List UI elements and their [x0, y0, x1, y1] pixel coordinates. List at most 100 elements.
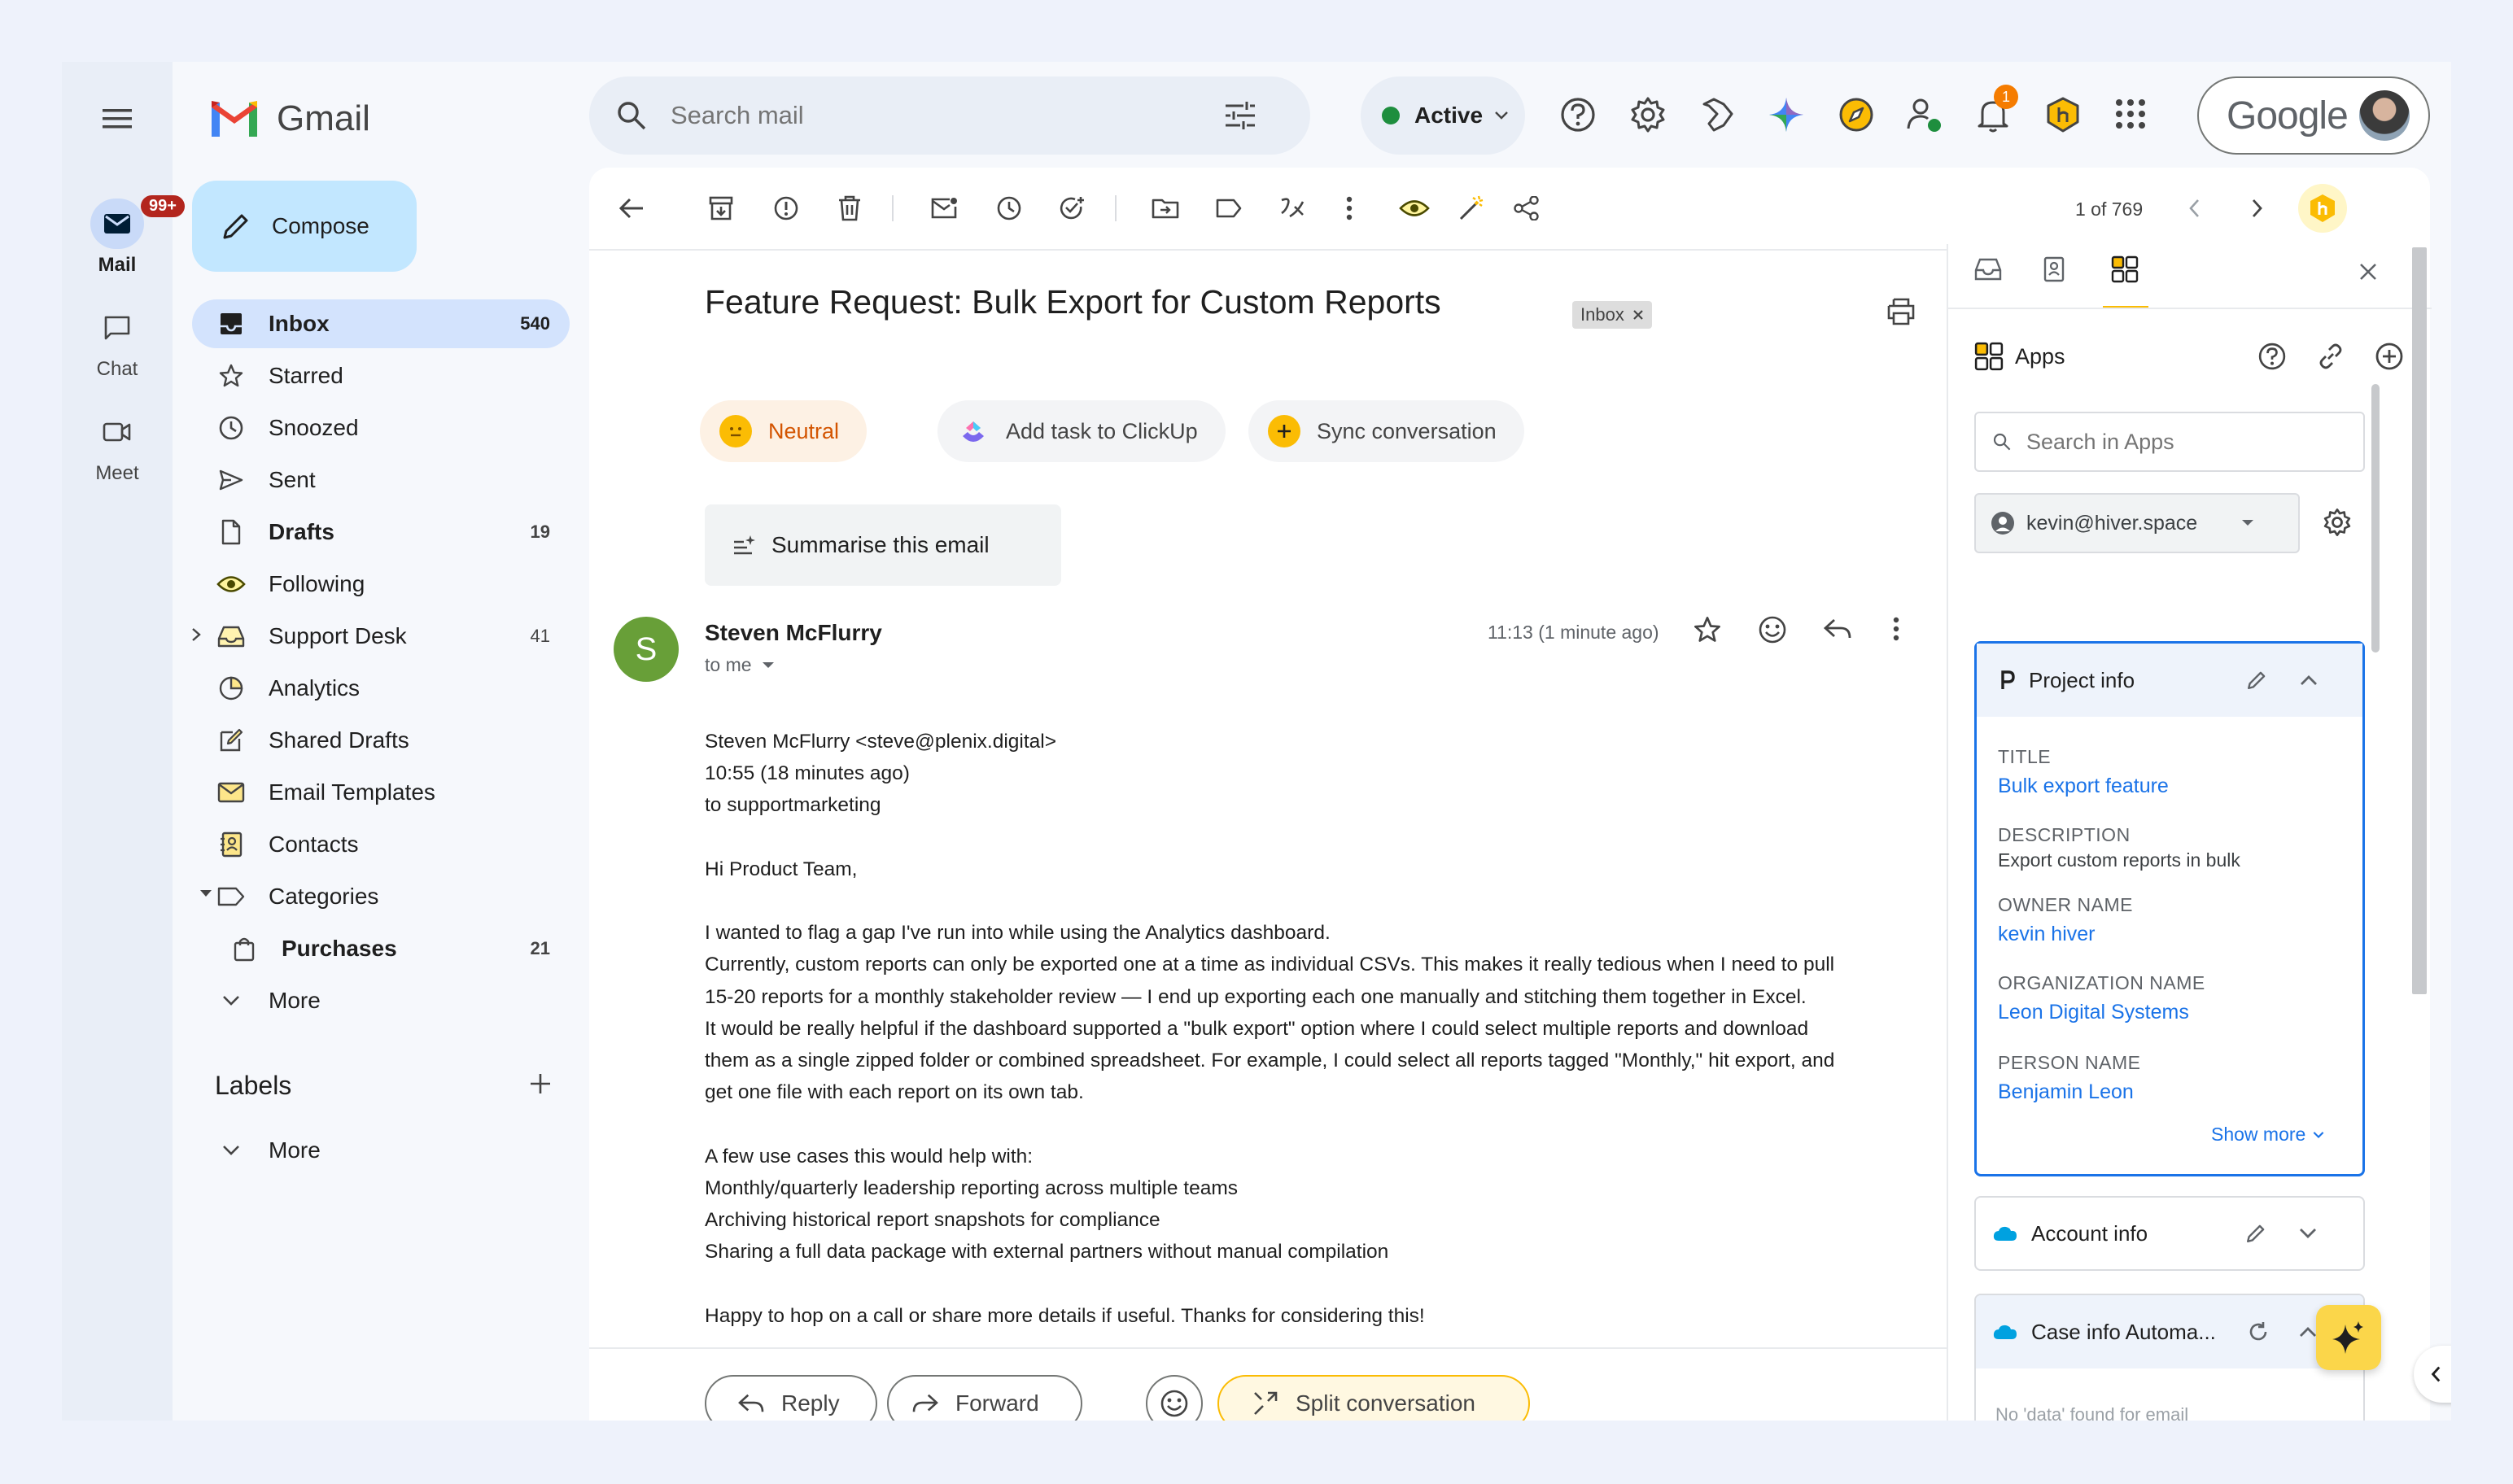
page-scrollbar[interactable]: [2412, 247, 2427, 994]
field-value-link[interactable]: Leon Digital Systems: [1998, 1001, 2348, 1024]
support-button[interactable]: [1559, 96, 1597, 133]
pencil-icon[interactable]: [2245, 669, 2268, 692]
nav-analytics[interactable]: Analytics: [192, 664, 570, 713]
apps-search-input[interactable]: [2026, 429, 2352, 455]
search-input[interactable]: [671, 101, 1224, 130]
account-selector[interactable]: kevin@hiver.space: [1974, 493, 2300, 553]
main-menu-button[interactable]: [99, 101, 135, 137]
emoji-reaction-button[interactable]: [1146, 1375, 1203, 1421]
rail-meet[interactable]: Meet: [62, 407, 173, 485]
nav-more[interactable]: More: [192, 976, 570, 1025]
status-selector[interactable]: Active: [1361, 76, 1525, 155]
apps-add-button[interactable]: [2375, 342, 2404, 371]
compass-button[interactable]: [1838, 96, 1875, 133]
hiver-sidebar-toggle[interactable]: [2298, 184, 2347, 233]
nav-snoozed[interactable]: Snoozed: [192, 404, 570, 452]
search-bar[interactable]: [589, 76, 1310, 155]
tab-inbox[interactable]: [1974, 257, 2002, 282]
mark-unread-button[interactable]: [924, 189, 964, 228]
project-info-header[interactable]: Project info: [1977, 644, 2362, 717]
show-more-link[interactable]: Show more: [2211, 1124, 2325, 1146]
case-info-header[interactable]: Case info Automa...: [1976, 1295, 2363, 1368]
chevron-down-icon[interactable]: [2298, 1227, 2318, 1240]
clickup-chip[interactable]: Add task to ClickUp: [937, 400, 1226, 462]
compose-button[interactable]: Compose: [192, 181, 417, 272]
apps-launcher-button[interactable]: [2114, 98, 2147, 130]
nav-starred[interactable]: Starred: [192, 351, 570, 400]
labels-more[interactable]: More: [192, 1126, 570, 1175]
tab-apps[interactable]: [2103, 255, 2148, 309]
star-button[interactable]: [1693, 615, 1722, 644]
contacts-status-button[interactable]: [1906, 96, 1943, 133]
apps-link-button[interactable]: [2316, 342, 2345, 371]
forward-button[interactable]: Forward: [887, 1375, 1082, 1421]
pencil-icon[interactable]: [2244, 1222, 2267, 1245]
rail-chat[interactable]: Chat: [62, 303, 173, 381]
hiver-extension-button[interactable]: [2044, 96, 2082, 133]
labels-button[interactable]: [1209, 189, 1248, 228]
refresh-icon[interactable]: [2248, 1321, 2269, 1342]
chevron-up-icon[interactable]: [2299, 674, 2319, 687]
field-value-link[interactable]: Bulk export feature: [1998, 775, 2348, 798]
rail-mail[interactable]: 99+ Mail: [62, 195, 185, 277]
print-button[interactable]: [1886, 298, 1916, 325]
nav-categories[interactable]: Categories: [192, 872, 570, 921]
sentiment-chip[interactable]: Neutral: [700, 400, 868, 462]
inbox-label-chip[interactable]: Inbox: [1572, 301, 1652, 329]
summarise-button[interactable]: Summarise this email: [705, 504, 1061, 586]
sender-name[interactable]: Steven McFlurry: [705, 620, 882, 646]
reply-button[interactable]: Reply: [705, 1375, 877, 1421]
close-icon[interactable]: [1632, 309, 1644, 321]
older-button[interactable]: [2238, 189, 2277, 228]
add-to-tasks-button[interactable]: [1053, 189, 1092, 228]
close-panel-button[interactable]: [2358, 262, 2378, 282]
account-settings-button[interactable]: [2323, 508, 2352, 537]
nav-purchases[interactable]: Purchases 21: [205, 924, 570, 973]
magic-wand-button[interactable]: [1452, 189, 1491, 228]
reply-icon-button[interactable]: [1823, 617, 1852, 641]
snooze-button[interactable]: [990, 189, 1029, 228]
nav-sent[interactable]: Sent: [192, 456, 570, 504]
gemini-button[interactable]: [1768, 96, 1805, 133]
delete-button[interactable]: [830, 189, 869, 228]
split-conversation-button[interactable]: Split conversation: [1217, 1375, 1530, 1421]
apps-help-button[interactable]: [2257, 342, 2287, 371]
google-account-button[interactable]: Google: [2197, 76, 2430, 155]
panel-scrollbar[interactable]: [2371, 384, 2380, 653]
nav-following[interactable]: Following: [192, 560, 570, 609]
notifications-button[interactable]: 1: [1974, 85, 2018, 133]
back-button[interactable]: [612, 189, 651, 228]
newer-button[interactable]: [2174, 189, 2214, 228]
nav-support-desk[interactable]: Support Desk 41: [192, 612, 570, 661]
field-value-link[interactable]: kevin hiver: [1998, 923, 2348, 946]
account-info-card[interactable]: Account info: [1974, 1196, 2365, 1271]
add-label-button[interactable]: [527, 1071, 557, 1100]
tracking-button[interactable]: [1395, 189, 1434, 228]
tab-contacts[interactable]: [2041, 255, 2065, 283]
tune-icon[interactable]: [1224, 101, 1256, 130]
move-to-button[interactable]: [1146, 189, 1185, 228]
gmail-logo[interactable]: Gmail: [208, 93, 370, 145]
archive-button[interactable]: [701, 189, 741, 228]
ai-assistant-fab[interactable]: [2316, 1305, 2381, 1370]
react-emoji-button[interactable]: [1758, 615, 1787, 644]
report-spam-button[interactable]: [767, 189, 806, 228]
apps-search[interactable]: [1974, 412, 2365, 472]
nav-email-templates[interactable]: Email Templates: [192, 768, 570, 817]
recipient-toggle[interactable]: to me: [705, 654, 775, 676]
share-button[interactable]: [1507, 189, 1546, 228]
filter-button[interactable]: [1273, 189, 1312, 228]
more-actions-button[interactable]: [1330, 189, 1369, 228]
nav-shared-drafts[interactable]: Shared Drafts: [192, 716, 570, 765]
search-icon[interactable]: [615, 99, 648, 132]
nav-drafts[interactable]: Drafts 19: [192, 508, 570, 556]
nav-contacts[interactable]: Contacts: [192, 820, 570, 869]
settings-button[interactable]: [1629, 96, 1667, 133]
nav-inbox[interactable]: Inbox 540: [192, 299, 570, 348]
sender-avatar[interactable]: S: [614, 617, 679, 682]
chevron-up-icon[interactable]: [2298, 1325, 2318, 1338]
message-more-button[interactable]: [1893, 617, 1899, 641]
gemini-assist-button[interactable]: [1699, 96, 1737, 133]
sync-conversation-chip[interactable]: Sync conversation: [1248, 400, 1524, 462]
field-value-link[interactable]: Benjamin Leon: [1998, 1080, 2348, 1104]
